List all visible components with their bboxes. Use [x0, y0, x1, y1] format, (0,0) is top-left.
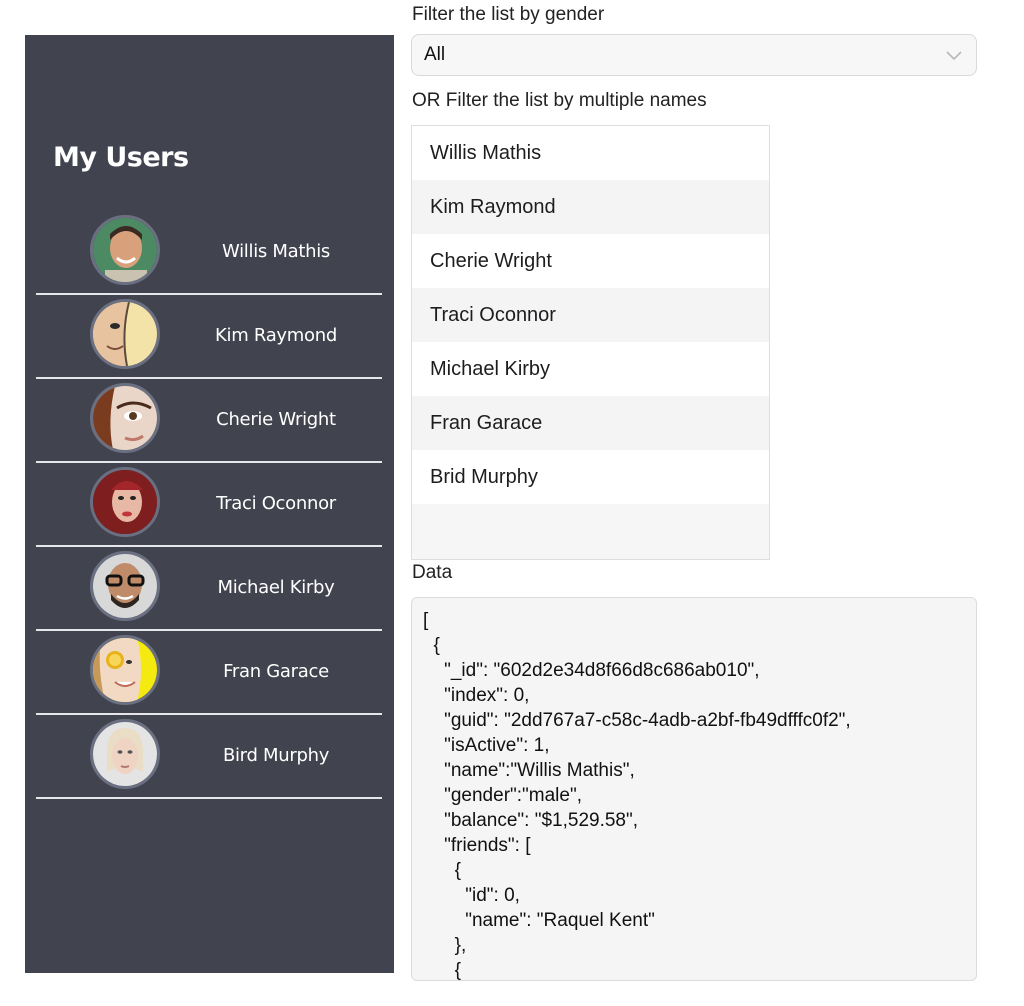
data-textarea[interactable]: [ { "_id": "602d2e34d8f66d8c686ab010", "… [411, 597, 977, 981]
names-multiselect[interactable]: Willis Mathis Kim Raymond Cherie Wright … [411, 125, 770, 560]
names-filter-label: OR Filter the list by multiple names [412, 90, 707, 111]
user-name: Traci Oconnor [216, 492, 336, 514]
names-option[interactable]: Fran Garace [412, 396, 769, 450]
users-sidebar: My Users Willis Mathis Kim Raymond Cheri… [25, 35, 394, 973]
chevron-down-icon [946, 51, 962, 61]
user-name: Kim Raymond [215, 324, 337, 346]
user-avatar [90, 467, 160, 537]
names-option[interactable]: Cherie Wright [412, 234, 769, 288]
user-avatar [90, 383, 160, 453]
user-row[interactable]: Willis Mathis [36, 211, 382, 295]
user-name: Bird Murphy [222, 744, 330, 766]
user-name: Fran Garace [223, 660, 329, 682]
user-row[interactable]: Bird Murphy [36, 715, 382, 799]
data-json-text: [ { "_id": "602d2e34d8f66d8c686ab010", "… [423, 610, 851, 981]
names-option[interactable]: Willis Mathis [412, 126, 769, 180]
user-name: Michael Kirby [217, 576, 335, 598]
user-list: Willis Mathis Kim Raymond Cherie Wright … [36, 211, 382, 799]
user-name: Cherie Wright [216, 408, 336, 430]
user-row[interactable]: Traci Oconnor [36, 463, 382, 547]
names-option[interactable]: Michael Kirby [412, 342, 769, 396]
user-avatar [90, 551, 160, 621]
data-label: Data [412, 562, 453, 583]
user-row[interactable]: Fran Garace [36, 631, 382, 715]
user-avatar [90, 635, 160, 705]
user-row[interactable]: Kim Raymond [36, 295, 382, 379]
gender-select-value: All [424, 44, 446, 65]
user-row[interactable]: Michael Kirby [36, 547, 382, 631]
user-name: Willis Mathis [221, 240, 330, 262]
user-row[interactable]: Cherie Wright [36, 379, 382, 463]
user-avatar [90, 215, 160, 285]
names-option[interactable]: Kim Raymond [412, 180, 769, 234]
user-avatar [90, 719, 160, 789]
gender-select[interactable]: All [411, 34, 977, 76]
names-option[interactable]: Traci Oconnor [412, 288, 769, 342]
gender-filter-label: Filter the list by gender [412, 4, 605, 25]
names-option[interactable]: Brid Murphy [412, 450, 769, 504]
sidebar-title: My Users [53, 142, 189, 173]
user-avatar [90, 299, 160, 369]
